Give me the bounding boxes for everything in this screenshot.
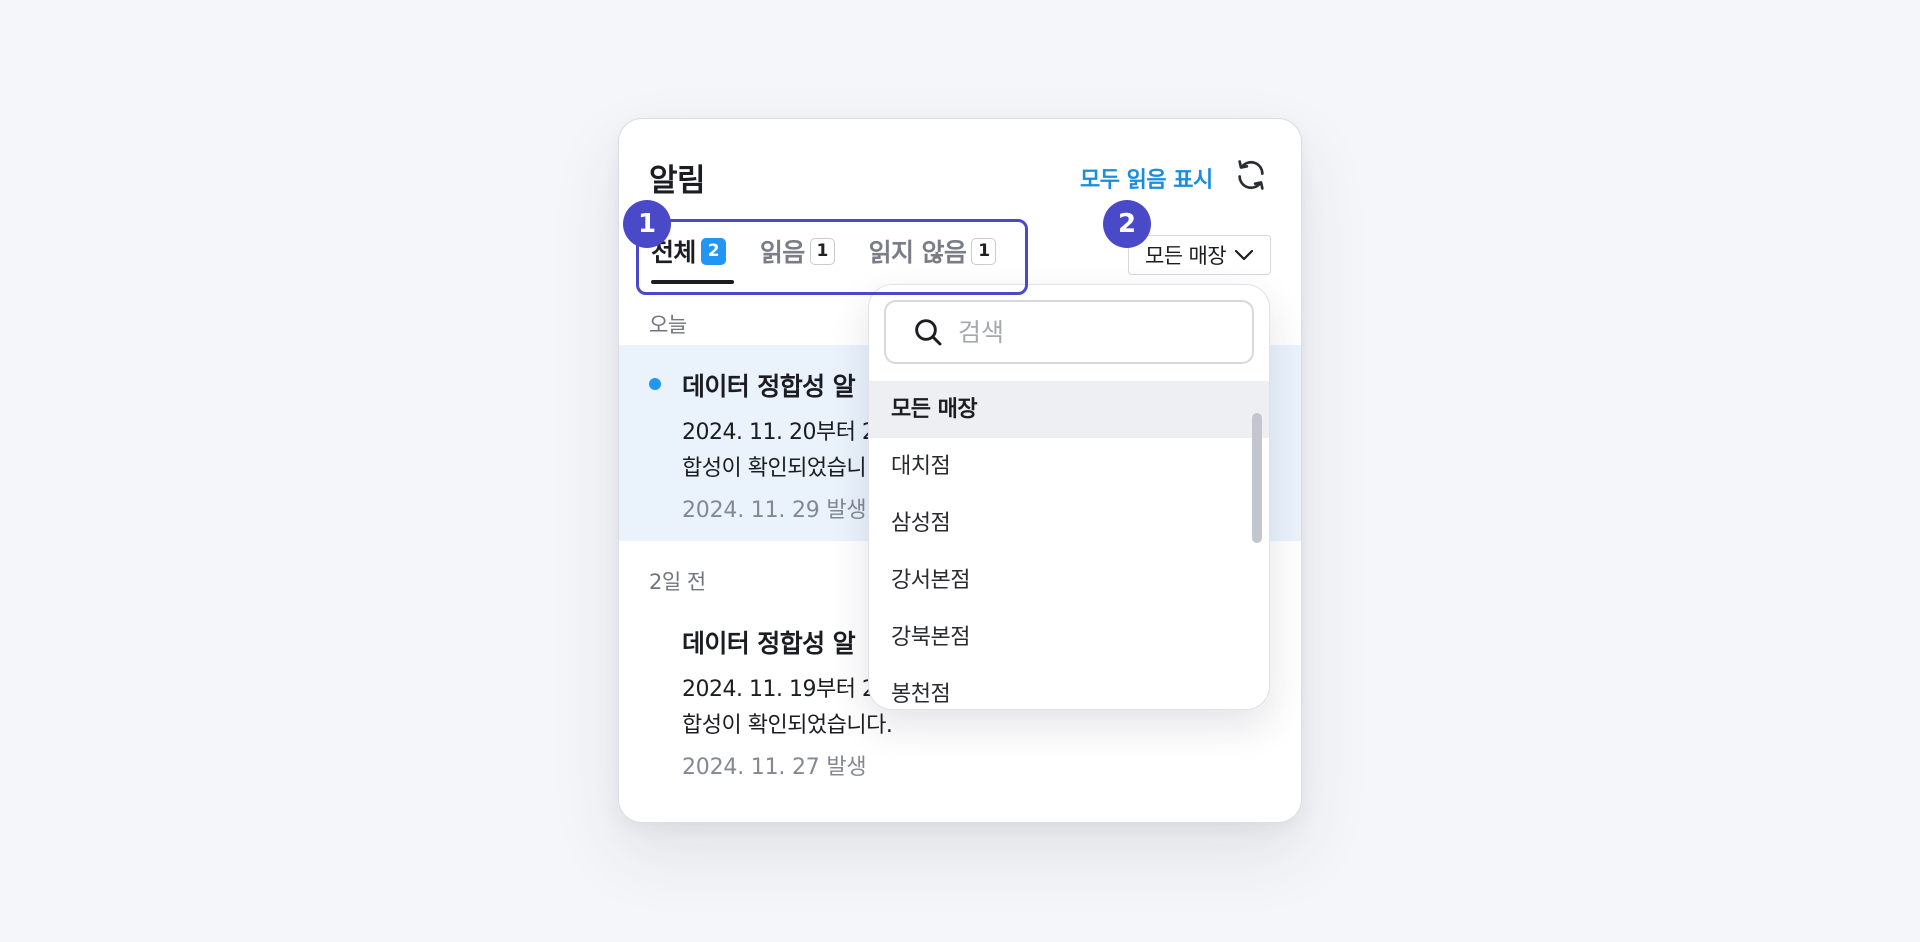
notification-body-line: 합성이 확인되었습니다. — [682, 713, 893, 738]
chevron-down-icon — [1234, 249, 1254, 261]
store-option-gangseo[interactable]: 강서본점 — [869, 552, 1269, 609]
group-label-today: 오늘 — [649, 313, 687, 337]
store-filter-dropdown: 모든 매장 대치점 삼성점 강서본점 강북본점 봉천점 — [868, 284, 1270, 710]
annotation-marker-2: 2 — [1103, 200, 1151, 248]
dropdown-scrollbar[interactable] — [1252, 413, 1262, 543]
tab-read[interactable]: 읽음 1 — [760, 232, 835, 270]
tab-unread-count-badge: 1 — [971, 237, 997, 265]
annotation-marker-1: 1 — [623, 200, 671, 248]
tab-bar: 전체 2 읽음 1 읽지 않음 1 — [651, 232, 1030, 284]
store-option-gangbuk[interactable]: 강북본점 — [869, 609, 1269, 666]
notification-title: 데이터 정합성 알 — [682, 629, 856, 658]
store-filter-value: 모든 매장 — [1145, 244, 1227, 268]
tab-read-count-badge: 1 — [809, 237, 835, 265]
store-option-bongcheon[interactable]: 봉천점 — [869, 666, 1269, 709]
tab-unread[interactable]: 읽지 않음 1 — [869, 232, 997, 270]
notification-body: 2024. 11. 19부터 2 합성이 확인되었습니다. — [682, 672, 893, 744]
store-search-field[interactable] — [884, 300, 1254, 364]
tab-unread-label: 읽지 않음 — [868, 238, 967, 267]
notification-time: 2024. 11. 27 발생 — [682, 755, 867, 780]
store-option-daechi[interactable]: 대치점 — [869, 438, 1269, 495]
notification-body: 2024. 11. 20부터 2 합성이 확인되었습니 — [682, 415, 876, 487]
tab-read-label: 읽음 — [759, 238, 805, 267]
store-option-all[interactable]: 모든 매장 — [869, 381, 1269, 438]
notification-body-line: 2024. 11. 20부터 2 — [682, 420, 876, 445]
notification-time: 2024. 11. 29 발생 — [682, 498, 867, 523]
group-label-2-days-ago: 2일 전 — [649, 570, 706, 594]
panel-title: 알림 — [649, 163, 706, 199]
notification-body-line: 합성이 확인되었습니 — [682, 456, 867, 481]
tab-all-count-badge: 2 — [700, 237, 726, 265]
notification-title: 데이터 정합성 알 — [682, 372, 856, 401]
store-filter-select[interactable]: 모든 매장 — [1128, 235, 1271, 275]
notification-body-line: 2024. 11. 19부터 2 — [682, 677, 876, 702]
refresh-icon[interactable] — [1234, 158, 1268, 192]
mark-all-read-button[interactable]: 모두 읽음 표시 — [1080, 162, 1213, 194]
store-option-samseong[interactable]: 삼성점 — [869, 495, 1269, 552]
unread-dot — [649, 378, 661, 390]
store-option-list: 모든 매장 대치점 삼성점 강서본점 강북본점 봉천점 — [869, 381, 1269, 709]
store-search-input[interactable] — [958, 317, 1218, 347]
search-icon — [915, 319, 942, 346]
